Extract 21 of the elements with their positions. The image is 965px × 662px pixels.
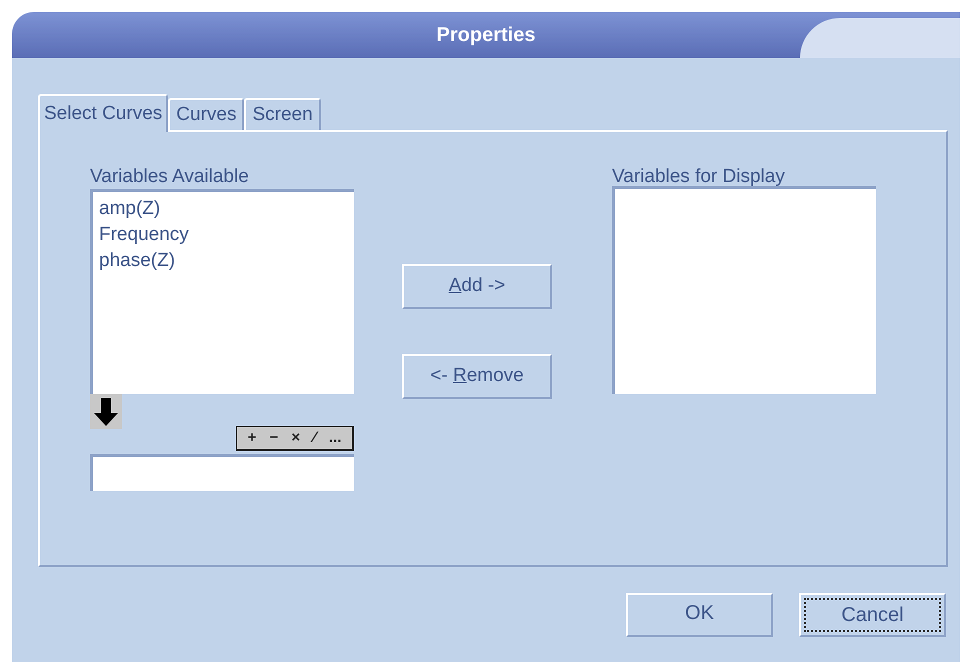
- window-title: Properties: [436, 23, 536, 48]
- list-item[interactable]: phase(Z): [99, 248, 176, 274]
- list-item[interactable]: Frequency: [99, 222, 189, 248]
- tab[interactable]: Curves: [168, 98, 244, 130]
- list-item[interactable]: amp(Z): [99, 196, 160, 222]
- tab[interactable]: Select Curves: [38, 94, 168, 132]
- move-button[interactable]: <- Remove: [402, 354, 552, 399]
- operator-button[interactable]: ⁄: [313, 429, 316, 447]
- operator-button[interactable]: −: [269, 429, 278, 447]
- variables-list[interactable]: amp(Z) Frequency phase(Z): [90, 189, 354, 394]
- operator-button[interactable]: ...: [328, 429, 342, 447]
- operator-button[interactable]: +: [248, 429, 256, 447]
- dialog-button[interactable]: OK: [626, 593, 773, 637]
- list-label: Variables for Display: [612, 166, 786, 188]
- dialog-button[interactable]: Cancel: [799, 593, 946, 637]
- expression-field[interactable]: [90, 454, 354, 491]
- operator-button[interactable]: ×: [291, 429, 300, 447]
- tab[interactable]: Screen: [244, 98, 321, 130]
- move-button[interactable]: Add ->: [402, 264, 552, 309]
- list-label: Variables Available: [90, 166, 250, 188]
- display-list[interactable]: [612, 186, 876, 394]
